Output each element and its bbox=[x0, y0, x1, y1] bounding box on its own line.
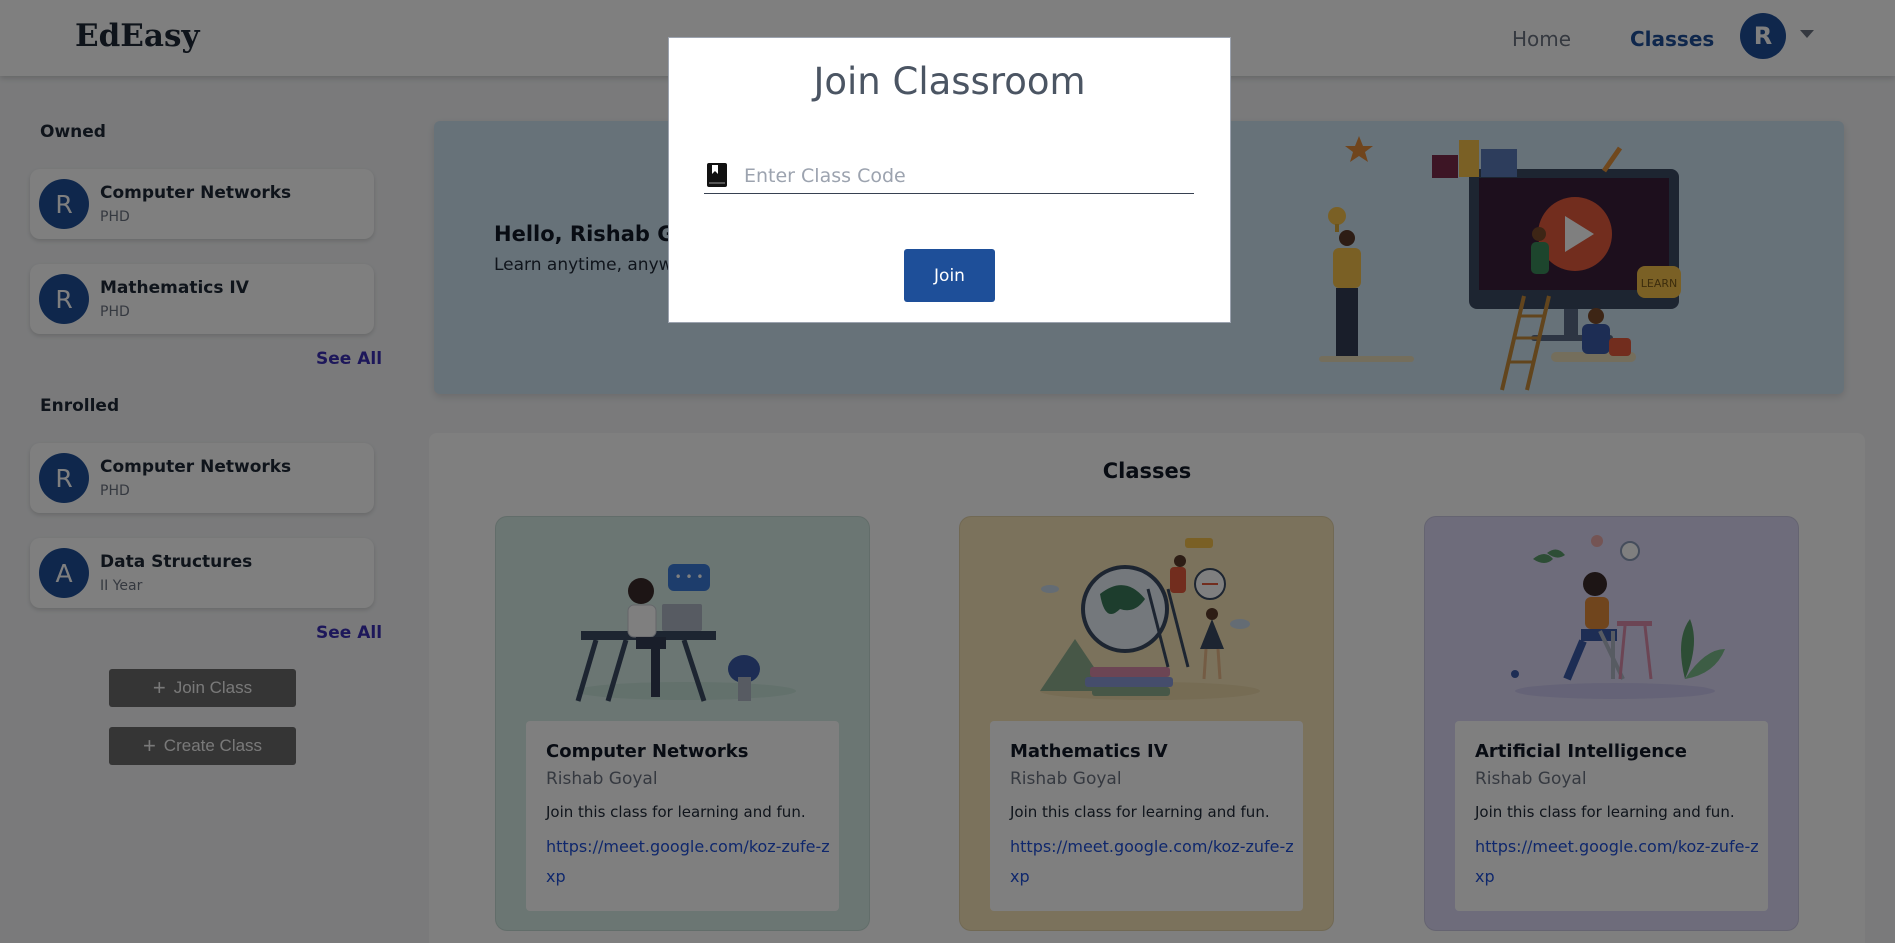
join-button[interactable]: Join bbox=[904, 249, 995, 302]
class-code-input[interactable] bbox=[744, 160, 1184, 192]
book-icon bbox=[707, 163, 727, 187]
class-code-field bbox=[704, 160, 1194, 194]
dialog-title: Join Classroom bbox=[813, 60, 1086, 103]
join-classroom-dialog: Join Classroom Join bbox=[668, 37, 1231, 323]
